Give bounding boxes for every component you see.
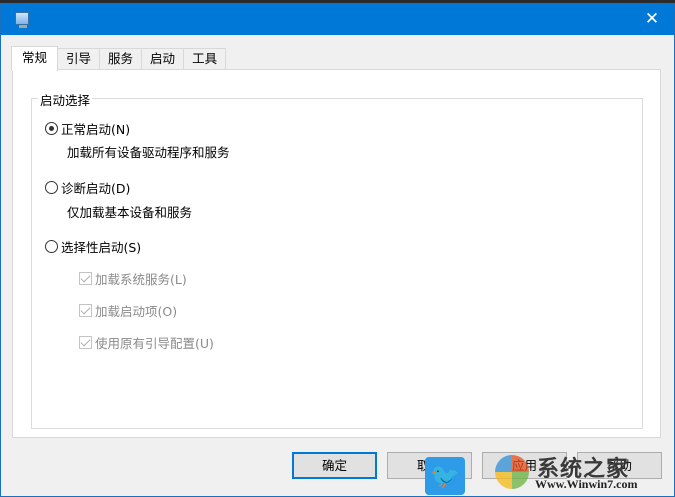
- radio-icon: [45, 240, 58, 253]
- tab-services[interactable]: 服务: [99, 48, 143, 70]
- normal-startup-radio[interactable]: 正常启动(N): [45, 119, 130, 138]
- checkbox-label: 加载启动项(O): [95, 304, 178, 319]
- group-legend: 启动选择: [38, 90, 93, 109]
- ok-button[interactable]: 确定: [292, 452, 377, 479]
- title-bar[interactable]: ✕: [1, 4, 674, 35]
- diagnostic-startup-description: 仅加载基本设备和服务: [67, 205, 193, 220]
- startup-selection-group: 启动选择 正常启动(N) 加载所有设备驱动程序和服务 诊断启动(D) 仅加载基本…: [31, 90, 643, 429]
- tab-general[interactable]: 常规: [11, 46, 59, 71]
- cancel-button[interactable]: 取消: [387, 452, 472, 479]
- tab-tools[interactable]: 工具: [183, 48, 227, 70]
- radio-label: 选择性启动(S): [61, 240, 142, 255]
- checkbox-checked-icon: [79, 336, 92, 349]
- checkbox-checked-icon: [79, 272, 92, 285]
- radio-icon: [45, 181, 58, 194]
- apply-button[interactable]: 应用: [482, 452, 567, 479]
- checkbox-label: 加载系统服务(L): [95, 272, 187, 287]
- checkbox-label: 使用原有引导配置(U): [95, 336, 214, 351]
- tab-boot[interactable]: 引导: [57, 48, 101, 70]
- load-system-services-checkbox[interactable]: 加载系统服务(L): [79, 269, 187, 288]
- tab-strip: 常规 引导 服务 启动 工具: [11, 46, 227, 71]
- normal-startup-description: 加载所有设备驱动程序和服务: [67, 145, 230, 160]
- general-tab-panel: 启动选择 正常启动(N) 加载所有设备驱动程序和服务 诊断启动(D) 仅加载基本…: [12, 69, 661, 438]
- help-button[interactable]: 帮助: [577, 452, 662, 479]
- radio-label: 诊断启动(D): [61, 181, 131, 196]
- selective-startup-radio[interactable]: 选择性启动(S): [45, 237, 141, 256]
- tab-startup[interactable]: 启动: [141, 48, 185, 70]
- system-configuration-window: ✕ 常规 引导 服务 启动 工具 启动选择 正常启动(N) 加载所有设备驱动程序…: [0, 3, 675, 497]
- use-original-boot-config-checkbox[interactable]: 使用原有引导配置(U): [79, 333, 214, 352]
- diagnostic-startup-radio[interactable]: 诊断启动(D): [45, 178, 130, 197]
- checkbox-checked-icon: [79, 304, 92, 317]
- radio-label: 正常启动(N): [61, 122, 131, 137]
- close-button[interactable]: ✕: [630, 4, 674, 35]
- radio-selected-icon: [45, 122, 58, 135]
- app-monitor-icon: [15, 12, 29, 28]
- load-startup-items-checkbox[interactable]: 加载启动项(O): [79, 301, 177, 320]
